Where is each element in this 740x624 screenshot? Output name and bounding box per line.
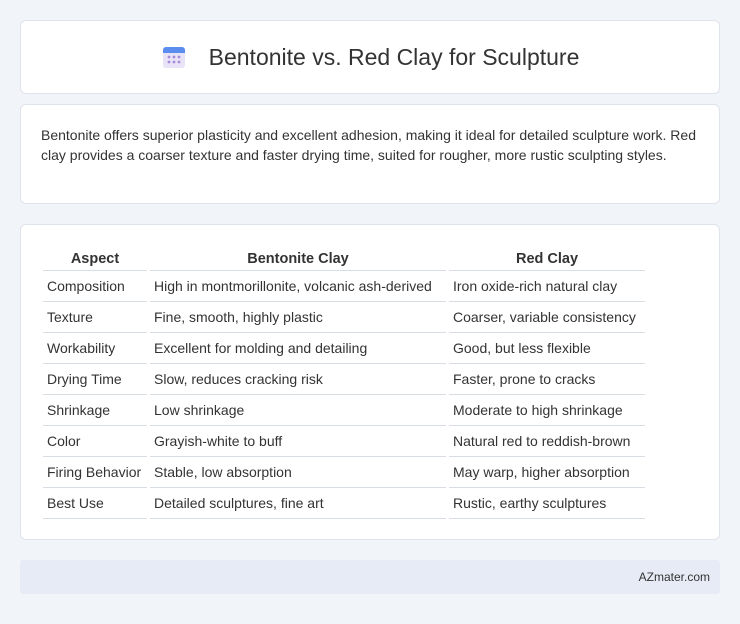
cell-bentonite: Low shrinkage [150,395,446,426]
table-row: Color Grayish-white to buff Natural red … [43,426,645,457]
column-header-aspect: Aspect [43,247,147,271]
title-card: Bentonite vs. Red Clay for Sculpture [20,20,720,94]
cell-aspect: Best Use [43,488,147,519]
cell-red-clay: May warp, higher absorption [449,457,645,488]
cell-aspect: Composition [43,271,147,302]
cell-red-clay: Natural red to reddish-brown [449,426,645,457]
cell-bentonite: High in montmorillonite, volcanic ash-de… [150,271,446,302]
cell-aspect: Drying Time [43,364,147,395]
cell-bentonite: Stable, low absorption [150,457,446,488]
cell-red-clay: Rustic, earthy sculptures [449,488,645,519]
table-row: Composition High in montmorillonite, vol… [43,271,645,302]
cell-red-clay: Faster, prone to cracks [449,364,645,395]
table-row: Shrinkage Low shrinkage Moderate to high… [43,395,645,426]
column-header-red-clay: Red Clay [449,247,645,271]
table-header-row: Aspect Bentonite Clay Red Clay [43,247,645,271]
footer-brand: AZmater.com [638,570,710,584]
cell-red-clay: Iron oxide-rich natural clay [449,271,645,302]
cell-aspect: Shrinkage [43,395,147,426]
table-card: Aspect Bentonite Clay Red Clay Compositi… [20,224,720,540]
cell-bentonite: Slow, reduces cracking risk [150,364,446,395]
cell-red-clay: Good, but less flexible [449,333,645,364]
cell-aspect: Texture [43,302,147,333]
summary-card: Bentonite offers superior plasticity and… [20,104,720,204]
column-header-bentonite: Bentonite Clay [150,247,446,271]
cell-red-clay: Moderate to high shrinkage [449,395,645,426]
cell-bentonite: Grayish-white to buff [150,426,446,457]
cell-aspect: Color [43,426,147,457]
summary-text: Bentonite offers superior plasticity and… [41,127,696,163]
table-row: Drying Time Slow, reduces cracking risk … [43,364,645,395]
table-row: Best Use Detailed sculptures, fine art R… [43,488,645,519]
cell-aspect: Firing Behavior [43,457,147,488]
table-row: Workability Excellent for molding and de… [43,333,645,364]
cell-bentonite: Fine, smooth, highly plastic [150,302,446,333]
page-title: Bentonite vs. Red Clay for Sculpture [208,43,580,70]
cell-red-clay: Coarser, variable consistency [449,302,645,333]
cell-bentonite: Excellent for molding and detailing [150,333,446,364]
cell-aspect: Workability [43,333,147,364]
footer: AZmater.com [20,560,720,594]
cell-bentonite: Detailed sculptures, fine art [150,488,446,519]
table-row: Firing Behavior Stable, low absorption M… [43,457,645,488]
calendar-icon [161,44,187,70]
comparison-table: Aspect Bentonite Clay Red Clay Compositi… [40,247,648,519]
table-row: Texture Fine, smooth, highly plastic Coa… [43,302,645,333]
